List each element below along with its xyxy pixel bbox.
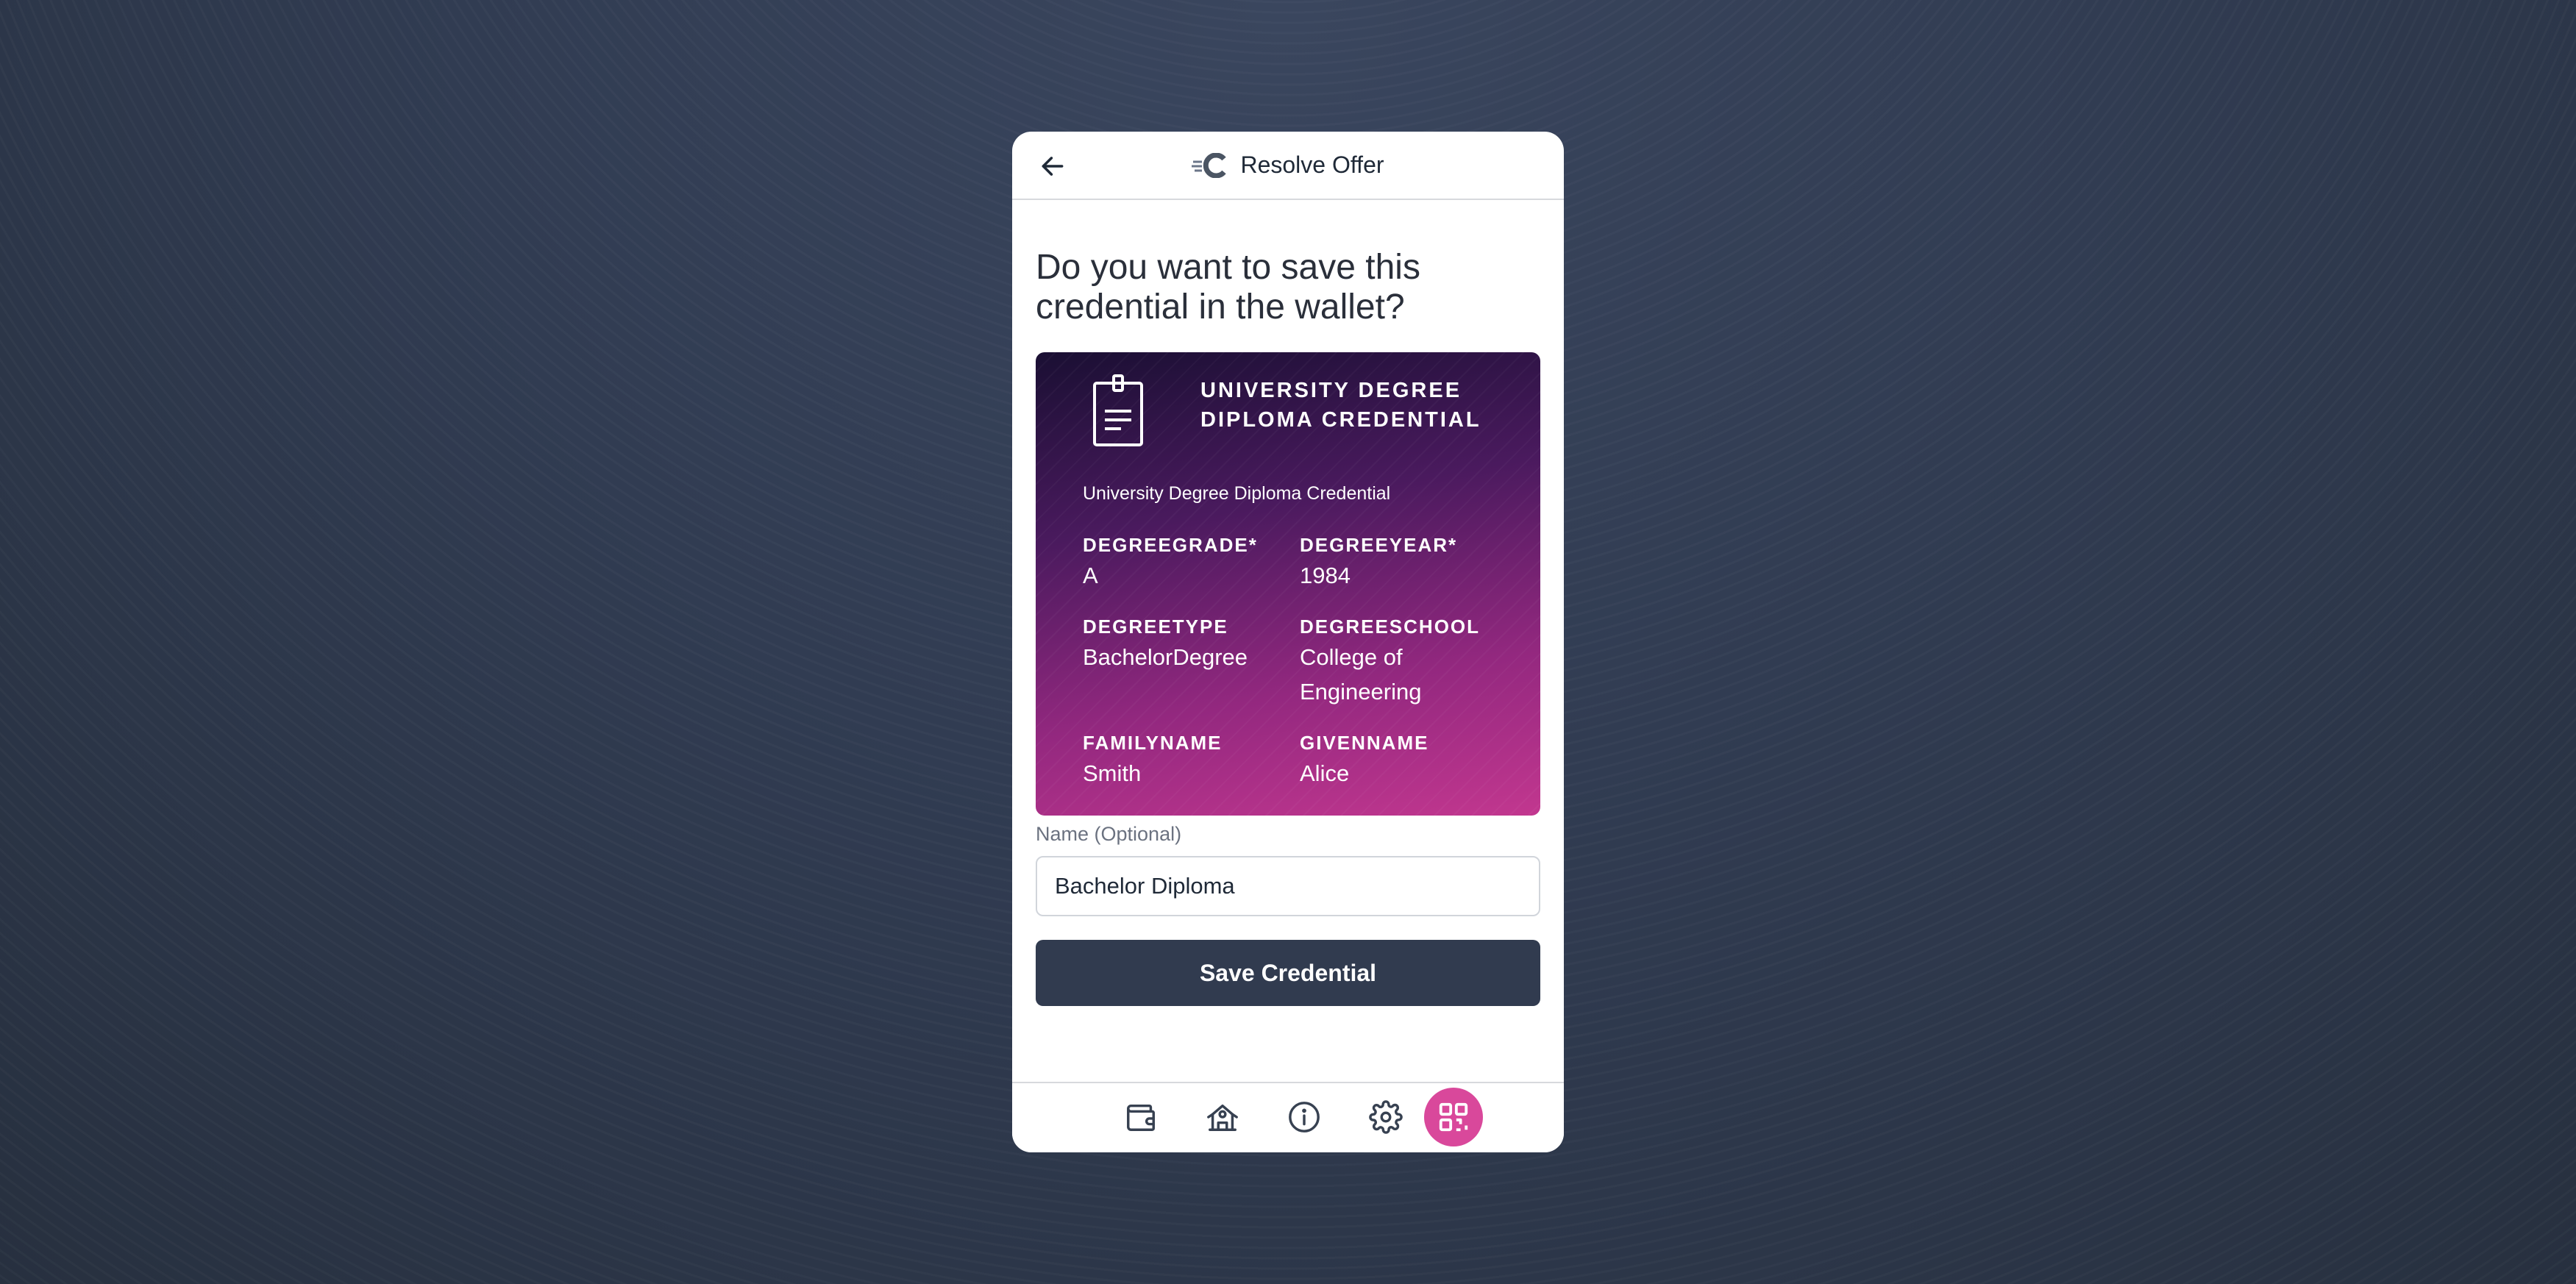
field-value: College of Engineering [1300, 644, 1422, 705]
field-value: Smith [1083, 760, 1142, 786]
page-title: Resolve Offer [1240, 151, 1384, 178]
save-credential-button[interactable]: Save Credential [1036, 940, 1540, 1006]
name-field-label: Name (Optional) [1036, 823, 1182, 845]
save-question: Do you want to save this credential in t… [1036, 248, 1420, 327]
credential-subtitle: University Degree Diploma Credential [1083, 483, 1391, 504]
nav-institutions[interactable] [1193, 1088, 1252, 1146]
field-value: A [1083, 563, 1098, 588]
field-degreeschool: DEGREESCHOOL College of Engineering [1300, 613, 1513, 709]
field-value: Alice [1300, 760, 1350, 786]
field-label: GIVENNAME [1300, 732, 1429, 754]
credential-title: UNIVERSITY DEGREE DIPLOMA CREDENTIAL [1200, 379, 1481, 432]
info-icon [1289, 1102, 1320, 1133]
credential-card: UNIVERSITY DEGREE DIPLOMA CREDENTIAL Uni… [1036, 352, 1540, 816]
bottom-navigation [1012, 1082, 1564, 1152]
field-label: DEGREESCHOOL [1300, 616, 1481, 638]
nav-settings[interactable] [1356, 1088, 1415, 1146]
header-title-group: Resolve Offer [1012, 132, 1564, 199]
app-window: Resolve Offer Do you want to save this c… [1012, 132, 1564, 1152]
gear-icon [1369, 1100, 1403, 1134]
field-label: FAMILYNAME [1083, 732, 1223, 754]
nav-info[interactable] [1275, 1088, 1334, 1146]
field-degreetype: DEGREETYPE BachelorDegree [1083, 613, 1296, 674]
field-givenname: GIVENNAME Alice [1300, 730, 1513, 791]
field-label: DEGREEGRADE* [1083, 534, 1258, 556]
nav-scan-qr[interactable] [1424, 1088, 1483, 1146]
field-label: DEGREEYEAR* [1300, 534, 1458, 556]
name-input[interactable] [1036, 856, 1540, 916]
header-bar: Resolve Offer [1012, 132, 1564, 200]
field-familyname: FAMILYNAME Smith [1083, 730, 1296, 791]
field-value: BachelorDegree [1083, 644, 1248, 670]
brand-c-logo-icon [1192, 152, 1227, 178]
field-value: 1984 [1300, 563, 1351, 588]
field-degreeyear: DEGREEYEAR* 1984 [1300, 532, 1513, 593]
institution-icon [1207, 1104, 1238, 1131]
wallet-icon [1127, 1104, 1155, 1131]
clipboard-document-icon [1093, 374, 1143, 446]
nav-wallet[interactable] [1111, 1088, 1170, 1146]
field-label: DEGREETYPE [1083, 616, 1228, 638]
qr-code-icon [1439, 1102, 1468, 1132]
field-degreegrade: DEGREEGRADE* A [1083, 532, 1296, 593]
